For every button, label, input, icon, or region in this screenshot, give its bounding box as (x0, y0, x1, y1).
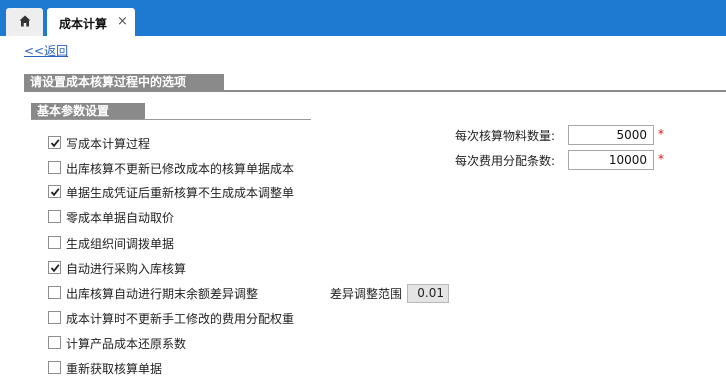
tab-cost-calculation[interactable]: 成本计算 × (47, 8, 135, 36)
checkbox[interactable] (48, 311, 61, 324)
option-label: 自动进行采购入库核算 (66, 262, 187, 276)
checkmark-icon (50, 139, 60, 148)
section-title: 请设置成本核算过程中的选项 (24, 74, 224, 91)
checkbox[interactable] (48, 210, 61, 223)
option-label: 写成本计算过程 (66, 137, 151, 151)
fee-count-input[interactable]: 10000 (568, 150, 654, 170)
checkbox[interactable] (48, 336, 61, 349)
section-divider (24, 90, 726, 92)
checkbox[interactable] (48, 361, 61, 374)
diff-range-input[interactable]: 0.01 (407, 284, 449, 303)
option-label: 成本计算时不更新手工修改的费用分配权重 (66, 312, 295, 326)
diff-range-label: 差异调整范围 (330, 287, 403, 301)
tab-bar: 成本计算 × (0, 0, 726, 36)
option-label: 重新获取核算单据 (66, 362, 163, 376)
fee-count-label: 每次费用分配条数: (455, 154, 556, 168)
checkbox[interactable] (48, 185, 61, 198)
tab-home[interactable] (6, 8, 43, 36)
checkbox[interactable] (48, 261, 61, 274)
option-label: 零成本单据自动取价 (66, 211, 175, 225)
option-label: 出库核算不更新已修改成本的核算单据成本 (66, 162, 295, 176)
home-icon (19, 15, 31, 27)
option-label: 出库核算自动进行期末余额差异调整 (66, 287, 259, 301)
checkbox[interactable] (48, 161, 61, 174)
subsection-divider (31, 119, 311, 120)
checkmark-icon (50, 188, 60, 197)
tab-label: 成本计算 (59, 17, 108, 31)
back-link[interactable]: <<返回 (24, 42, 68, 59)
option-label: 计算产品成本还原系数 (66, 337, 187, 351)
option-label: 单据生成凭证后重新核算不生成成本调整单 (66, 186, 295, 200)
material-count-input[interactable]: 5000 (568, 125, 654, 145)
close-icon[interactable]: × (117, 14, 128, 29)
option-label: 生成组织间调拨单据 (66, 237, 175, 251)
material-count-label: 每次核算物料数量: (455, 129, 556, 143)
subsection-title: 基本参数设置 (31, 103, 145, 120)
checkbox[interactable] (48, 136, 61, 149)
checkbox[interactable] (48, 286, 61, 299)
required-mark: * (658, 127, 664, 141)
required-mark: * (658, 152, 664, 166)
checkbox[interactable] (48, 236, 61, 249)
checkmark-icon (50, 264, 60, 273)
